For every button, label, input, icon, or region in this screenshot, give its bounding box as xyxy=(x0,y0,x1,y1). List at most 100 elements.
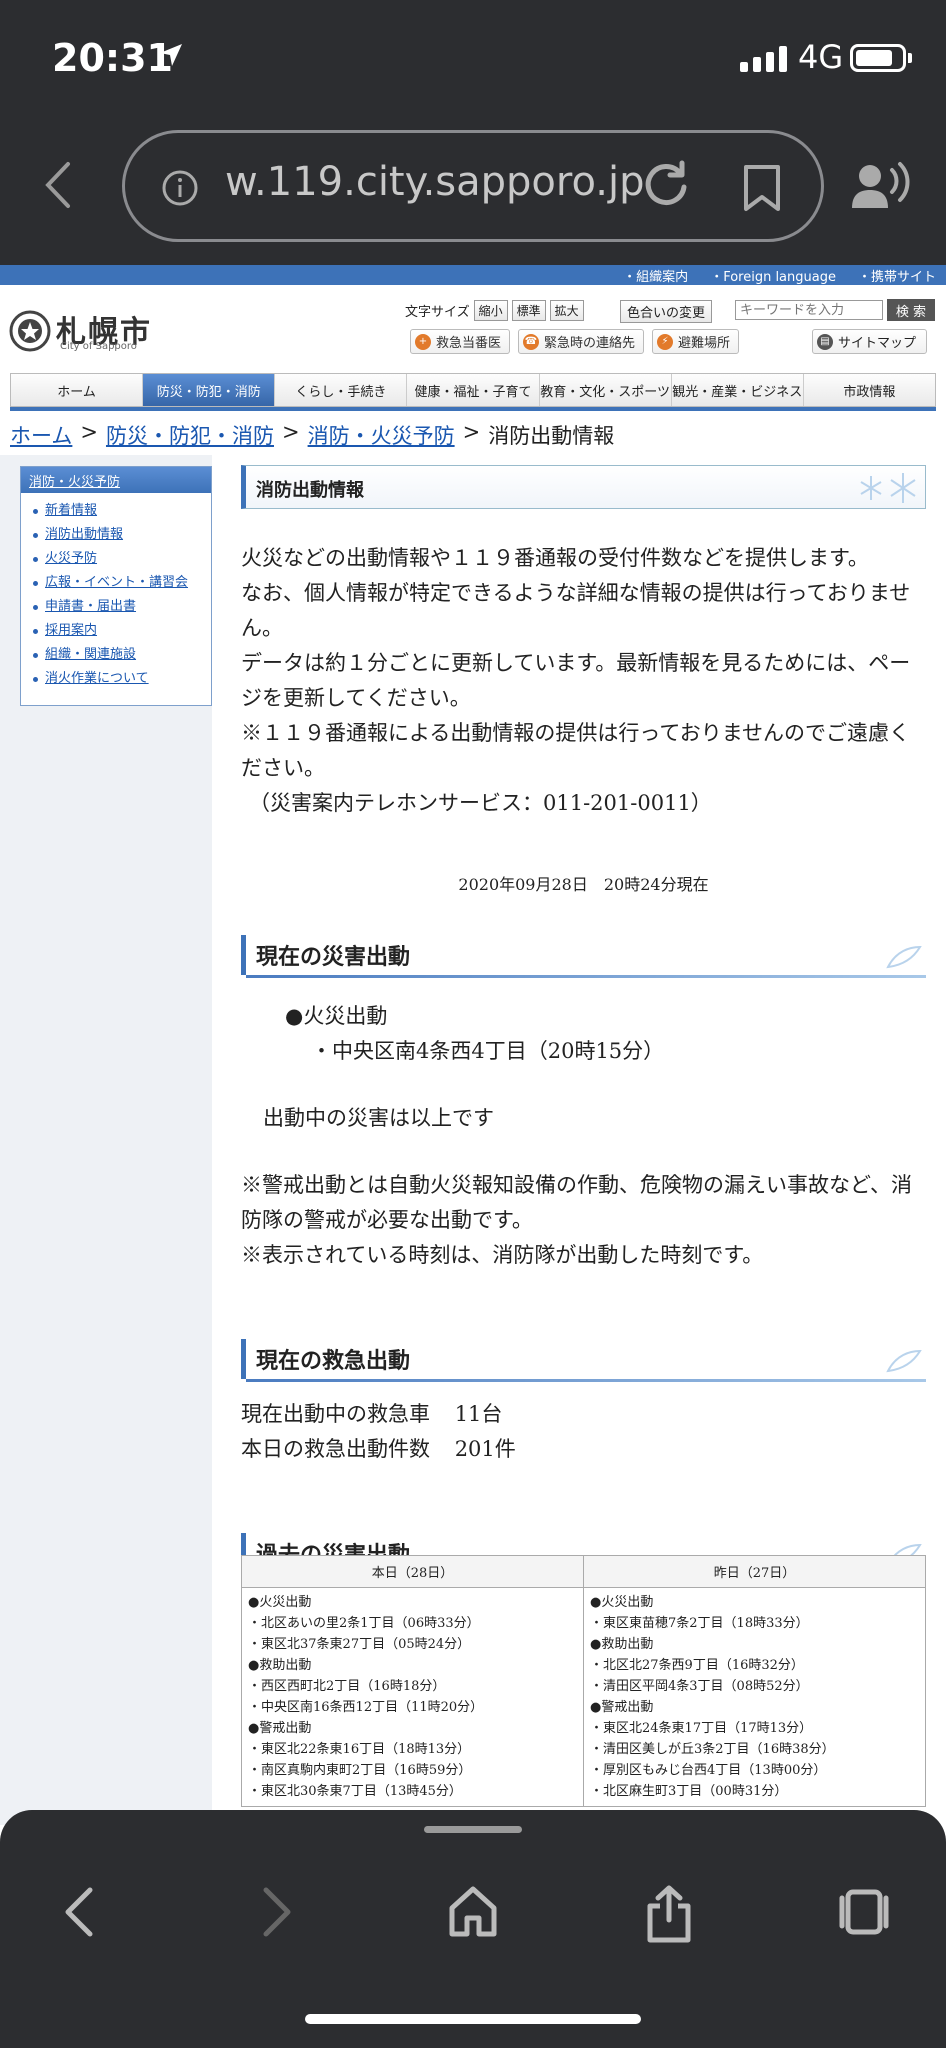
sidebar-item-recruitment[interactable]: 採用案内 xyxy=(31,619,201,643)
sidebar-item-fire-prevention[interactable]: 火災予防 xyxy=(31,547,201,571)
yesterday-column: ●火災出動 ・東区東苗穂7条2丁目（18時33分） ●救助出動 ・北区北27条西… xyxy=(583,1587,926,1807)
gnav-home[interactable]: ホーム xyxy=(11,374,144,406)
gnav-underline xyxy=(10,407,936,411)
list-item: ・南区真駒内東町2丁目（16時59分） xyxy=(248,1763,472,1778)
reload-icon[interactable] xyxy=(640,159,692,211)
keyword-search-input[interactable] xyxy=(735,300,883,320)
list-item: ・東区北30条東7丁目（13時45分） xyxy=(248,1784,462,1799)
breadcrumb-fire-prevention[interactable]: 消防・火災予防 xyxy=(308,420,455,450)
toolbar-grab-handle[interactable] xyxy=(424,1826,522,1833)
list-item: ●救助出動 xyxy=(590,1637,654,1652)
gnav-city-info[interactable]: 市政情報 xyxy=(804,374,935,406)
today-column: ●火災出動 ・北区あいの里2条1丁目（06時33分） ・東区北37条東27丁目（… xyxy=(241,1587,584,1807)
current-fire-entry: ・中央区南4条西4丁目（20時15分） xyxy=(311,1039,665,1063)
main-content: 消防出動情報 火災などの出動情報や１１９番通報の受付件数などを提供します。 なお… xyxy=(241,465,926,1576)
sitemap-label: サイトマップ xyxy=(838,336,917,351)
ambulance-today-value: 201件 xyxy=(454,1437,516,1461)
tabs-icon[interactable] xyxy=(838,1884,890,1940)
color-change-button[interactable]: 色合いの変更 xyxy=(620,300,713,323)
updated-timestamp: 2020年09月28日 20時24分現在 xyxy=(458,875,709,894)
font-size-label: 文字サイズ xyxy=(405,305,470,320)
font-size-normal-button[interactable]: 標準 xyxy=(511,300,546,321)
list-item: ・中央区南16条西12丁目（11時20分） xyxy=(248,1700,484,1715)
gnav-education-culture[interactable]: 教育・文化・スポーツ xyxy=(540,374,672,406)
list-item: ・東区東苗穂7条2丁目（18時33分） xyxy=(590,1616,809,1631)
font-size-small-button[interactable]: 縮小 xyxy=(473,300,508,321)
breadcrumb-disaster-prevention[interactable]: 防災・防犯・消防 xyxy=(106,420,274,450)
service-link-evacuation-sites[interactable]: ⚡ 避難場所 xyxy=(652,329,740,354)
ambulance-heading-text: 現在の救急出動 xyxy=(256,1348,411,1374)
list-item: ・東区北24条東17丁目（17時13分） xyxy=(590,1721,813,1736)
sidebar-item-organization[interactable]: 組織・関連施設 xyxy=(31,643,201,667)
back-arrow-icon[interactable] xyxy=(60,1884,100,1940)
ambulance-today-label: 本日の救急出動件数 xyxy=(241,1437,430,1461)
list-item: ・厚別区もみじ台西4丁目（13時00分） xyxy=(590,1763,827,1778)
info-icon[interactable] xyxy=(160,168,200,208)
breadcrumb-separator: > xyxy=(462,420,481,444)
font-size-large-button[interactable]: 拡大 xyxy=(549,300,584,321)
home-indicator[interactable] xyxy=(305,2014,641,2024)
sidebar-list: 新着情報 消防出動情報 火災予防 広報・イベント・講習会 申請書・届出書 採用案… xyxy=(21,493,211,697)
service-link-emergency-contacts[interactable]: ☎ 緊急時の連絡先 xyxy=(518,329,645,354)
search-button[interactable]: 検 索 xyxy=(887,299,935,321)
sitemap-button[interactable]: ▤ サイトマップ xyxy=(812,329,928,354)
address-bar[interactable]: w.119.city.sapporo.jp xyxy=(122,130,824,242)
list-item: ・西区西町北2丁目（16時18分） xyxy=(248,1679,446,1694)
ambulance-active-value: 11台 xyxy=(454,1402,503,1426)
gnav-disaster-prevention[interactable]: 防災・防犯・消防 xyxy=(143,374,276,406)
intro-line: 火災などの出動情報や１１９番通報の受付件数などを提供します。 xyxy=(241,546,869,570)
share-icon[interactable] xyxy=(646,1884,692,1944)
font-size-controls: 文字サイズ 縮小 標準 拡大 xyxy=(405,300,584,321)
phone-icon: ☎ xyxy=(523,333,540,350)
leaf-decoration-icon xyxy=(886,1349,922,1373)
list-item: ・清田区美しが丘3条2丁目（16時38分） xyxy=(590,1742,835,1757)
sidebar-item-events[interactable]: 広報・イベント・講習会 xyxy=(31,571,201,595)
home-icon[interactable] xyxy=(448,1884,498,1940)
forward-arrow-icon[interactable] xyxy=(256,1884,296,1940)
sidebar-title[interactable]: 消防・火災予防 xyxy=(21,467,211,493)
intro-line: データは約１分ごとに更新しています。最新情報を見るためには、ページを更新してくだ… xyxy=(241,651,911,710)
current-disaster-heading-text: 現在の災害出動 xyxy=(256,944,411,970)
service-link-label: 緊急時の連絡先 xyxy=(544,336,636,351)
site-logo-subtitle: City of Sapporo xyxy=(60,341,137,352)
util-link-mobile-site[interactable]: ・携帯サイト xyxy=(858,266,936,285)
sidebar-item-dispatch-info[interactable]: 消防出動情報 xyxy=(31,523,201,547)
dispatch-end-note: 出動中の災害は以上です xyxy=(263,1106,494,1130)
service-links: + 救急当番医 ☎ 緊急時の連絡先 ⚡ 避難場所 xyxy=(410,329,740,354)
breadcrumb-home[interactable]: ホーム xyxy=(10,420,72,450)
sidebar-item-news[interactable]: 新着情報 xyxy=(31,499,201,523)
past-disaster-table: 本日（28日） 昨日（27日） ●火災出動 ・北区あいの里2条1丁目（06時33… xyxy=(241,1555,926,1807)
url-text[interactable]: w.119.city.sapporo.jp xyxy=(225,159,644,205)
util-link-organization[interactable]: ・組織案内 xyxy=(623,266,688,285)
service-link-emergency-doctor[interactable]: + 救急当番医 xyxy=(410,329,511,354)
sidebar-item-forms[interactable]: 申請書・届出書 xyxy=(31,595,201,619)
breadcrumb-separator: > xyxy=(281,420,300,444)
utility-links: ・組織案内 ・Foreign language ・携帯サイト xyxy=(623,266,936,285)
gnav-health-welfare[interactable]: 健康・福祉・子育て xyxy=(407,374,540,406)
list-item: ・清田区平岡4条3丁目（08時52分） xyxy=(590,1679,809,1694)
status-time: 20:31 xyxy=(52,36,173,80)
gnav-tourism-business[interactable]: 観光・産業・ビジネス xyxy=(672,374,804,406)
signal-strength-icon xyxy=(740,46,787,72)
list-item: ●救助出動 xyxy=(248,1658,312,1673)
gnav-living[interactable]: くらし・手続き xyxy=(275,374,408,406)
sidebar-item-firefighting[interactable]: 消火作業について xyxy=(31,667,201,691)
breadcrumb-separator: > xyxy=(80,420,98,444)
intro-line: ※１１９番通報による出動情報の提供は行っておりませんのでご遠慮ください。 xyxy=(241,721,911,780)
current-disaster-heading: 現在の災害出動 xyxy=(241,935,926,978)
util-link-foreign-language[interactable]: ・Foreign language xyxy=(710,266,836,285)
battery-icon xyxy=(850,44,906,72)
intro-text: 火災などの出動情報や１１９番通報の受付件数などを提供します。 なお、個人情報が特… xyxy=(241,541,926,821)
voice-reader-icon[interactable] xyxy=(850,160,910,212)
sapporo-emblem-icon[interactable] xyxy=(8,309,52,353)
shelter-icon: ⚡ xyxy=(657,333,674,350)
battery-tip xyxy=(908,53,912,63)
hospital-icon: + xyxy=(415,333,431,350)
network-type: 4G xyxy=(798,38,844,76)
ambulance-heading: 現在の救急出動 xyxy=(241,1339,926,1382)
bookmark-icon[interactable] xyxy=(742,163,782,213)
telephone-service: （災害案内テレホンサービス：011-201-0011） xyxy=(249,791,712,815)
leaf-decoration-icon xyxy=(886,945,922,969)
list-item: ・北区麻生町3丁目（00時31分） xyxy=(590,1784,788,1799)
browser-back-icon[interactable] xyxy=(40,160,76,210)
